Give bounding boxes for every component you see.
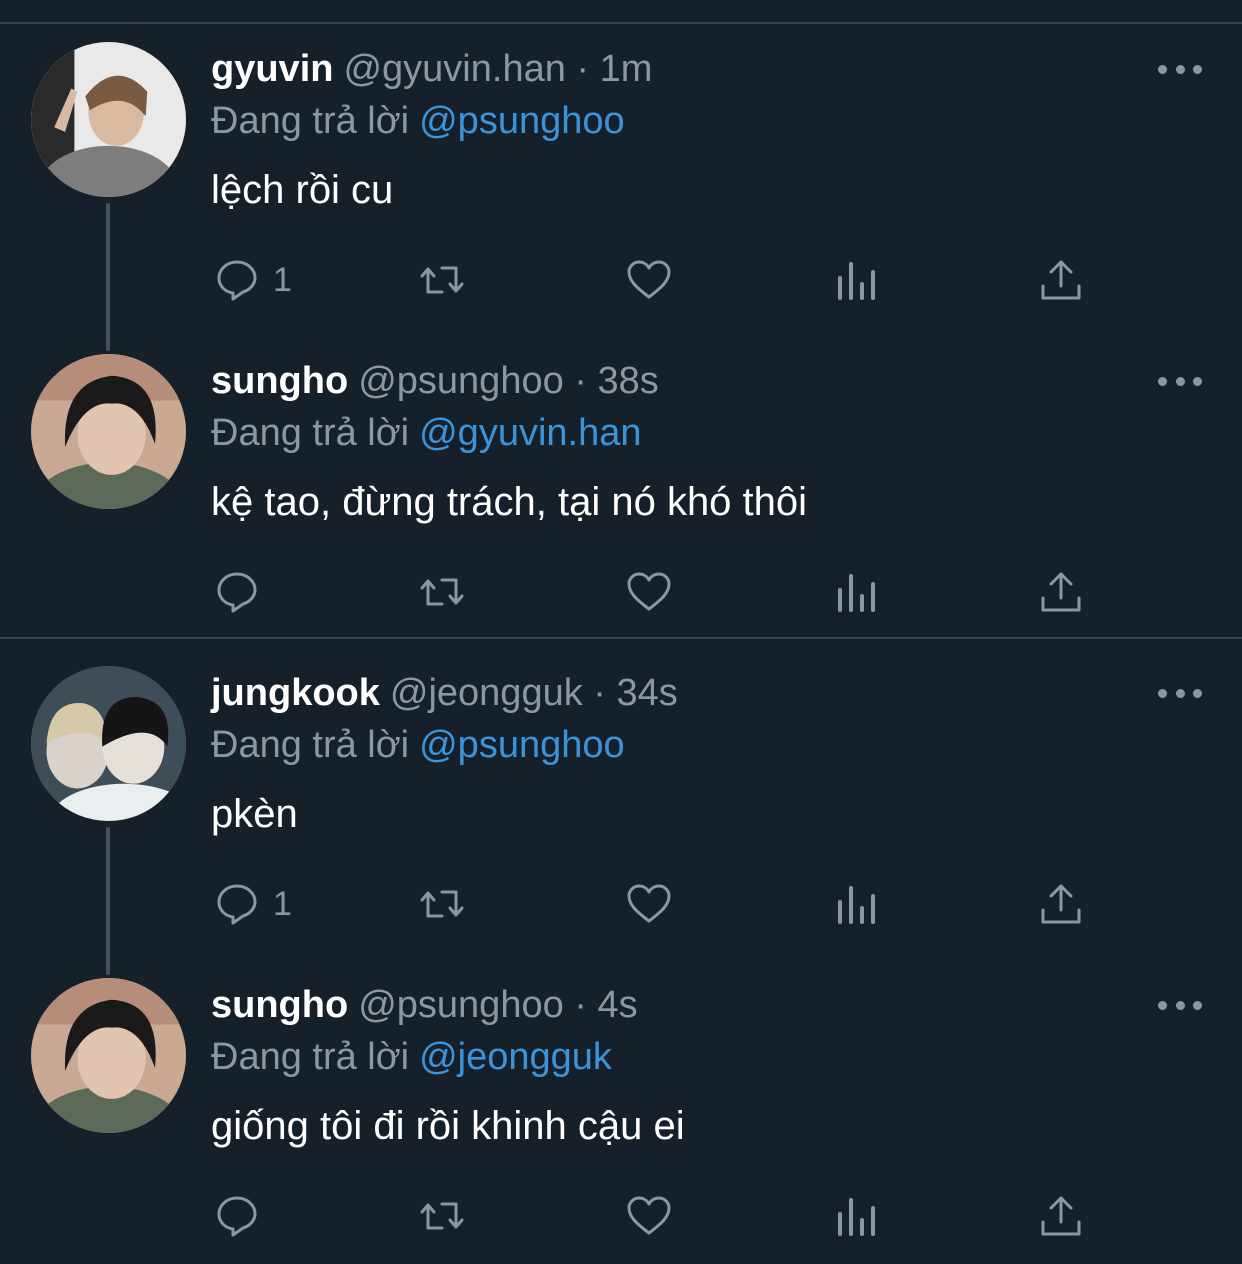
reply-icon [217, 1196, 257, 1237]
like-button[interactable] [625, 878, 673, 930]
retweet-icon [420, 266, 464, 294]
like-button[interactable] [625, 1190, 673, 1242]
retweet-button[interactable] [418, 1190, 466, 1242]
retweet-icon [420, 890, 464, 918]
retweet-button[interactable] [418, 254, 466, 306]
reply-context: Đang trả lời @psunghoo [211, 722, 625, 768]
reply-button[interactable]: 1 [213, 878, 292, 930]
display-name[interactable]: jungkook [211, 672, 380, 714]
avatar[interactable] [31, 354, 186, 509]
reply-button[interactable]: 1 [213, 254, 292, 306]
analytics-button[interactable] [832, 878, 880, 930]
share-icon [1041, 884, 1081, 924]
action-bar: 1 [0, 254, 1242, 306]
retweet-button[interactable] [418, 878, 466, 930]
share-button[interactable] [1037, 254, 1085, 306]
reply-prefix: Đang trả lời [211, 100, 410, 142]
analytics-icon [838, 262, 875, 300]
avatar[interactable] [31, 978, 186, 1133]
more-icon[interactable] [1158, 56, 1202, 82]
display-name[interactable]: sungho [211, 984, 348, 1026]
reply-prefix: Đang trả lời [211, 724, 410, 766]
reply-prefix: Đang trả lời [211, 1036, 410, 1078]
mention-link[interactable]: @psunghoo [419, 100, 625, 142]
reply-count: 1 [273, 260, 292, 299]
like-icon [627, 260, 671, 299]
display-name[interactable]: gyuvin [211, 48, 333, 90]
user-handle[interactable]: @psunghoo [358, 360, 564, 402]
action-bar [0, 1190, 1242, 1242]
reply-button[interactable] [213, 1190, 273, 1242]
analytics-button[interactable] [832, 1190, 880, 1242]
tweet-header: jungkook @jeongguk · 34s [211, 670, 678, 716]
like-icon [627, 1196, 671, 1235]
reply-count: 1 [273, 884, 292, 923]
tweet-text: pkèn [211, 792, 298, 836]
timestamp[interactable]: · 1m [576, 48, 652, 90]
reply-context: Đang trả lời @gyuvin.han [211, 410, 642, 456]
tweet[interactable]: gyuvin @gyuvin.han · 1m Đang trả lời @psun… [0, 0, 1242, 312]
reply-context: Đang trả lời @psunghoo [211, 98, 625, 144]
retweet-icon [420, 1202, 464, 1230]
avatar[interactable] [31, 42, 186, 197]
avatar[interactable] [31, 666, 186, 821]
analytics-icon [838, 1198, 875, 1236]
timestamp[interactable]: · 38s [574, 360, 658, 402]
tweet-header: sungho @psunghoo · 4s [211, 982, 638, 1028]
more-icon[interactable] [1158, 992, 1202, 1018]
share-button[interactable] [1037, 566, 1085, 618]
reply-button[interactable] [213, 566, 273, 618]
reply-icon [217, 884, 257, 925]
share-button[interactable] [1037, 878, 1085, 930]
tweet-header: sungho @psunghoo · 38s [211, 358, 659, 404]
tweet[interactable]: jungkook @jeongguk · 34s Đang trả lời @psu… [0, 624, 1242, 936]
analytics-icon [838, 886, 875, 924]
tweet[interactable]: sungho @psunghoo · 4s Đang trả lời @jeongg… [0, 936, 1242, 1248]
more-icon[interactable] [1158, 680, 1202, 706]
reply-prefix: Đang trả lời [211, 412, 410, 454]
timestamp[interactable]: · 34s [593, 672, 677, 714]
like-button[interactable] [625, 254, 673, 306]
reply-icon [217, 572, 257, 613]
timestamp[interactable]: · 4s [574, 984, 637, 1026]
retweet-button[interactable] [418, 566, 466, 618]
tweet-text: kệ tao, đừng trách, tại nó khó thôi [211, 480, 808, 524]
action-bar [0, 566, 1242, 618]
share-button[interactable] [1037, 1190, 1085, 1242]
tweet[interactable]: sungho @psunghoo · 38s Đang trả lời @gyuvi… [0, 312, 1242, 624]
user-handle[interactable]: @gyuvin.han [343, 48, 565, 90]
tweet-header: gyuvin @gyuvin.han · 1m [211, 46, 652, 92]
reply-icon [217, 260, 257, 301]
share-icon [1041, 572, 1081, 612]
retweet-icon [420, 578, 464, 606]
analytics-icon [838, 574, 875, 612]
share-icon [1041, 1196, 1081, 1236]
like-icon [627, 572, 671, 611]
action-bar: 1 [0, 878, 1242, 930]
user-handle[interactable]: @jeongguk [390, 672, 583, 714]
mention-link[interactable]: @psunghoo [419, 724, 625, 766]
tweet-text: giống tôi đi rồi khinh cậu ei [211, 1104, 685, 1148]
mention-link[interactable]: @gyuvin.han [419, 412, 641, 454]
tweet-text: lệch rồi cu [211, 168, 394, 212]
display-name[interactable]: sungho [211, 360, 348, 402]
like-icon [627, 884, 671, 923]
user-handle[interactable]: @psunghoo [358, 984, 564, 1026]
like-button[interactable] [625, 566, 673, 618]
analytics-button[interactable] [832, 254, 880, 306]
share-icon [1041, 260, 1081, 300]
mention-link[interactable]: @jeongguk [419, 1036, 612, 1078]
analytics-button[interactable] [832, 566, 880, 618]
more-icon[interactable] [1158, 368, 1202, 394]
reply-context: Đang trả lời @jeongguk [211, 1034, 612, 1080]
